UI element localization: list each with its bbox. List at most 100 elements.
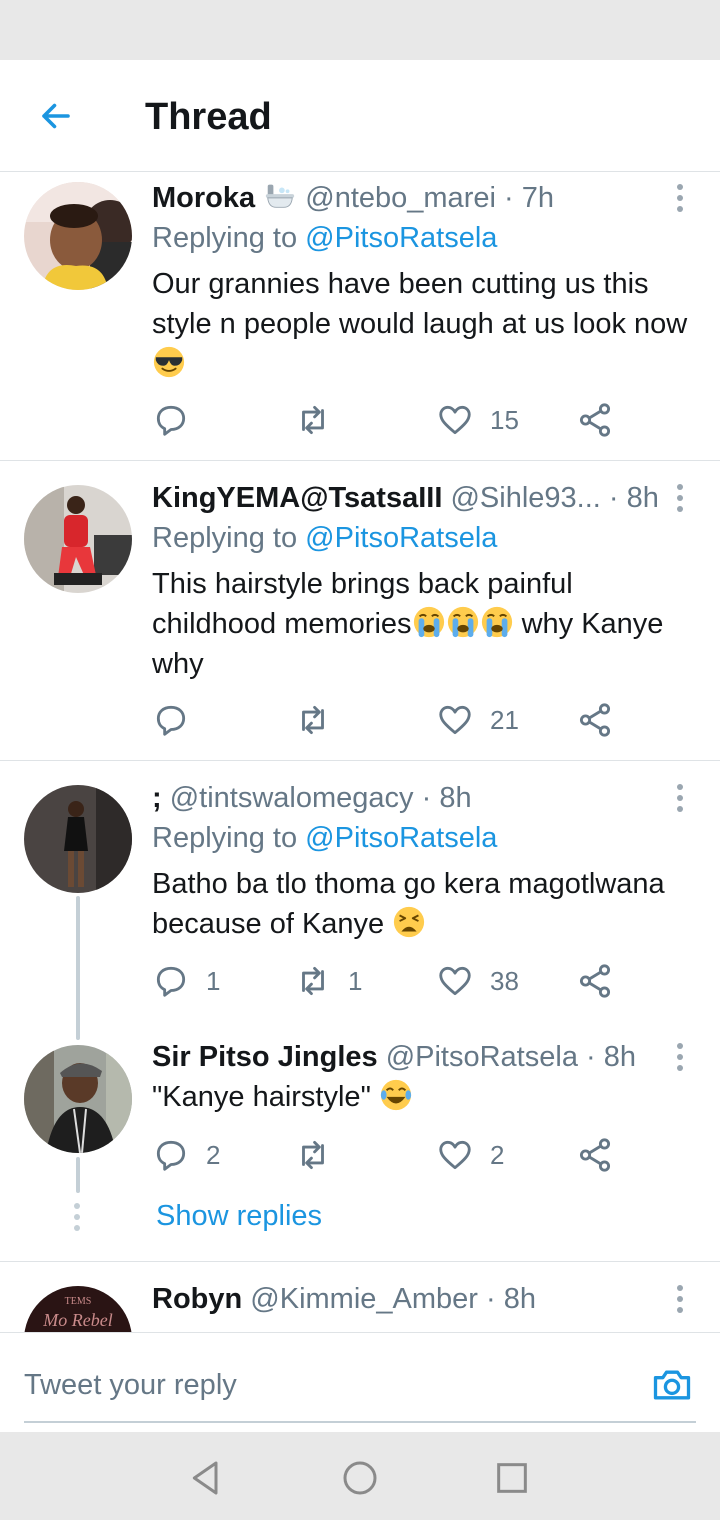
share-button[interactable] <box>576 1133 614 1177</box>
author-name: Moroka <box>152 182 256 214</box>
heart-icon <box>439 1140 471 1170</box>
tweet-text: Our grannies have been cutting us this s… <box>152 264 700 384</box>
retweet-button[interactable] <box>294 398 348 442</box>
tweet-actions: 21 <box>152 698 632 742</box>
svg-text:Mo Rebel: Mo Rebel <box>42 1310 112 1330</box>
reply-button[interactable] <box>152 698 206 742</box>
heart-icon <box>439 705 471 735</box>
reply-tweet[interactable]: Sir Pitso Jingles @PitsoRatsela · 8h "Ka… <box>0 1031 720 1261</box>
smiling-face-with-sunglasses-icon <box>153 346 185 378</box>
thread-connector <box>76 896 80 1040</box>
more-vertical-icon[interactable] <box>664 1037 696 1077</box>
replying-to: Replying to @PitsoRatsela <box>152 822 498 854</box>
like-button[interactable]: 2 <box>436 1133 504 1177</box>
share-button[interactable] <box>576 959 614 1003</box>
avatar[interactable]: TEMS Mo Rebel <box>24 1286 132 1332</box>
like-button[interactable]: 21 <box>436 698 519 742</box>
reply-button[interactable]: 2 <box>152 1133 220 1177</box>
reply-tweet[interactable]: KingYEMA@TsatsaIII @Sihle93... · 8h Repl… <box>0 461 720 760</box>
thread-ellipsis <box>74 1203 82 1231</box>
mention-link[interactable]: @PitsoRatsela <box>305 522 497 554</box>
retweet-button[interactable]: 1 <box>294 959 362 1003</box>
back-button[interactable] <box>28 88 84 144</box>
tweet-time[interactable]: 7h <box>522 182 554 214</box>
author-name: KingYEMA@TsatsaIII <box>152 482 443 514</box>
camera-icon <box>653 1370 691 1400</box>
author-handle[interactable]: @Sihle93... <box>450 482 600 514</box>
svg-text:TEMS: TEMS <box>65 1296 92 1307</box>
share-icon <box>579 964 611 998</box>
thread-connector <box>76 1157 80 1193</box>
mention-link[interactable]: @PitsoRatsela <box>305 222 497 254</box>
like-button[interactable]: 38 <box>436 959 519 1003</box>
tweet-time[interactable]: 8h <box>627 482 659 514</box>
retweet-button[interactable] <box>294 698 348 742</box>
reply-bubble-icon <box>156 966 186 997</box>
like-button[interactable]: 15 <box>436 398 519 442</box>
reply-input[interactable] <box>24 1355 624 1415</box>
show-replies-link[interactable]: Show replies <box>156 1196 322 1236</box>
tweet-header: Robyn @Kimmie_Amber · 8h <box>152 1283 536 1315</box>
author-handle[interactable]: @Kimmie_Amber <box>250 1283 478 1315</box>
more-vertical-icon[interactable] <box>664 478 696 518</box>
more-vertical-icon[interactable] <box>664 778 696 818</box>
like-count: 2 <box>490 1139 505 1170</box>
heart-icon <box>439 966 471 996</box>
author-handle[interactable]: @tintswalomegacy <box>170 782 414 814</box>
more-vertical-icon[interactable] <box>664 1279 696 1319</box>
reply-button[interactable] <box>152 398 206 442</box>
avatar[interactable] <box>24 485 132 593</box>
status-bar <box>0 0 720 60</box>
tweet-text: This hairstyle brings back painful child… <box>152 568 664 680</box>
more-vertical-icon[interactable] <box>664 178 696 218</box>
input-underline <box>24 1421 696 1423</box>
retweet-icon <box>302 966 324 996</box>
retweet-icon <box>302 1140 324 1170</box>
arrow-left-icon <box>42 103 70 129</box>
retweet-icon <box>302 705 324 735</box>
camera-button[interactable] <box>650 1363 694 1407</box>
author-name: ; <box>152 782 162 814</box>
thread-header: Thread <box>0 60 720 172</box>
author-name: Sir Pitso Jingles <box>152 1041 378 1073</box>
page-title: Thread <box>145 96 272 138</box>
tweet-header: Sir Pitso Jingles @PitsoRatsela · 8h <box>152 1041 637 1073</box>
share-icon <box>579 1138 611 1172</box>
tweet-time[interactable]: 8h <box>439 782 471 814</box>
avatar[interactable] <box>24 785 132 893</box>
nav-recents-icon[interactable] <box>492 1458 532 1498</box>
share-button[interactable] <box>576 398 614 442</box>
reply-tweet[interactable]: TEMS Mo Rebel Robyn @Kimmie_Amber · 8h <box>0 1262 720 1332</box>
mention-link[interactable]: @PitsoRatsela <box>305 822 497 854</box>
tweet-time[interactable]: 8h <box>504 1283 536 1315</box>
tired-face-icon <box>394 906 425 938</box>
tweet-time[interactable]: 8h <box>604 1041 636 1073</box>
reply-tweet[interactable]: ; @tintswalomegacy · 8h Replying to @Pit… <box>0 761 720 1031</box>
nav-back-icon[interactable] <box>186 1458 226 1498</box>
share-button[interactable] <box>576 698 614 742</box>
loudly-crying-face-icon <box>481 606 512 638</box>
tweet-header: KingYEMA@TsatsaIII @Sihle93... · 8h <box>152 482 659 514</box>
author-handle[interactable]: @PitsoRatsela <box>386 1041 578 1073</box>
tweet-actions: 15 <box>152 398 632 442</box>
tweet-text: "Kanye hairstyle" <box>152 1077 700 1117</box>
reply-tweet[interactable]: Moroka @ntebo_marei · 7h Replying to @Pi… <box>0 172 720 460</box>
retweet-button[interactable] <box>294 1133 348 1177</box>
reply-button[interactable]: 1 <box>152 959 220 1003</box>
face-with-tears-of-joy-icon <box>380 1079 412 1111</box>
replying-to: Replying to @PitsoRatsela <box>152 522 498 554</box>
like-count: 15 <box>490 404 519 435</box>
avatar[interactable] <box>24 1045 132 1153</box>
like-count: 21 <box>490 704 519 735</box>
share-icon <box>579 703 611 737</box>
avatar[interactable] <box>24 182 132 290</box>
tweet-header: Moroka @ntebo_marei · 7h <box>152 182 554 214</box>
tweet-header: ; @tintswalomegacy · 8h <box>152 782 472 814</box>
share-icon <box>579 403 611 437</box>
author-handle[interactable]: @ntebo_marei <box>305 182 496 214</box>
retweet-count: 1 <box>348 965 363 996</box>
reply-count: 1 <box>206 965 221 996</box>
nav-home-icon[interactable] <box>340 1458 380 1498</box>
retweet-icon <box>302 405 324 435</box>
tweet-text: Batho ba tlo thoma go kera magotlwana be… <box>152 868 665 940</box>
